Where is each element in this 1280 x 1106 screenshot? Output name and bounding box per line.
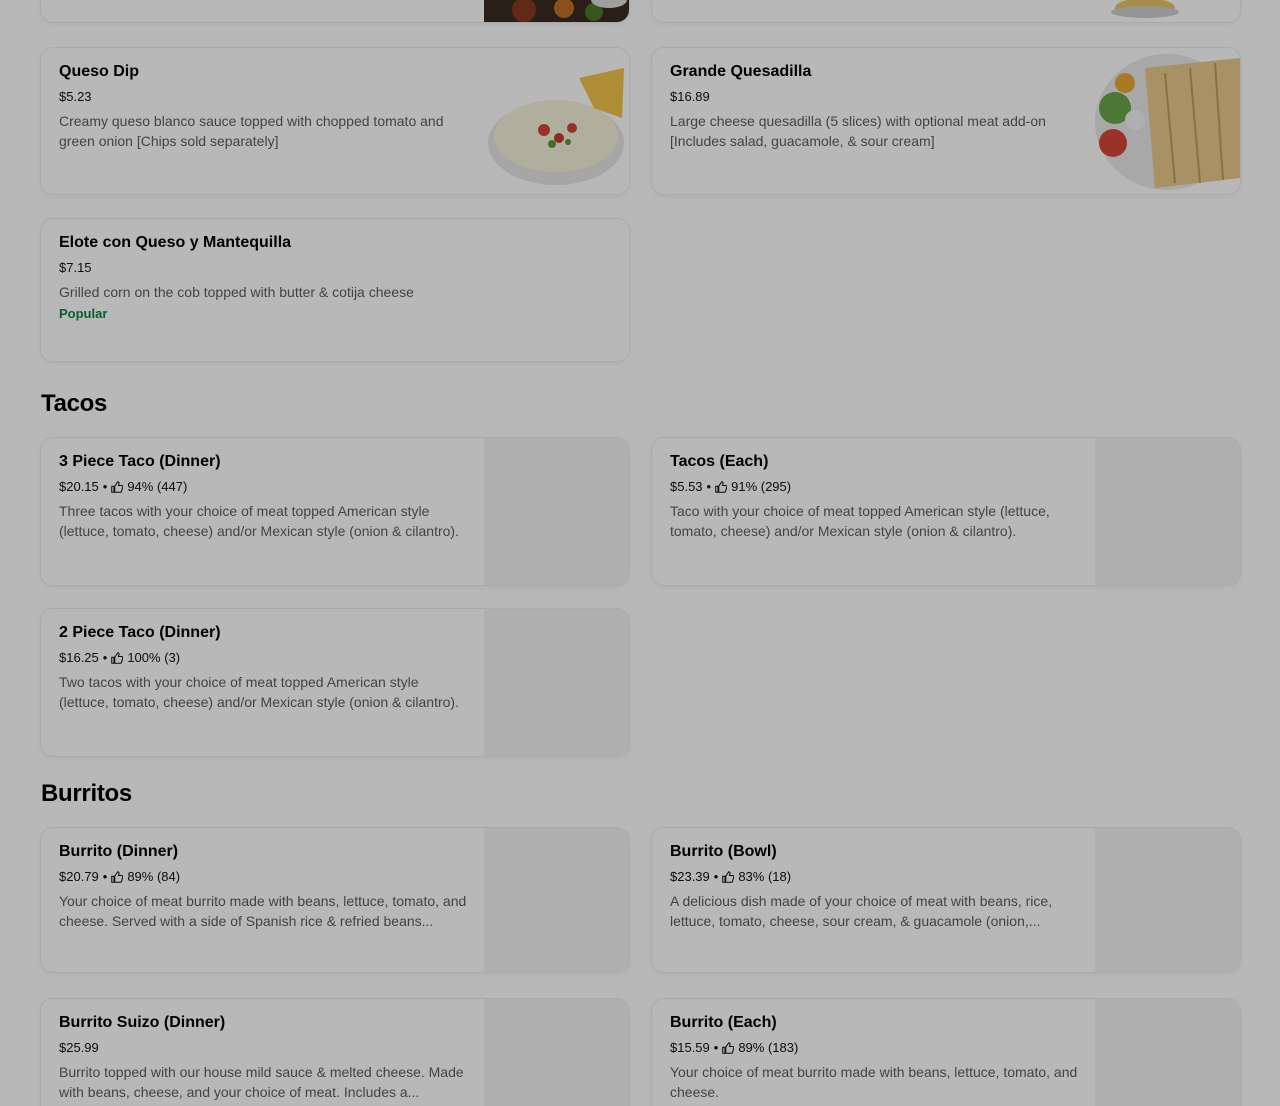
menu-item-photo-placeholder <box>484 999 629 1106</box>
item-name: Burrito (Bowl) <box>670 843 777 860</box>
thumbs-up-icon <box>111 481 124 493</box>
menu-item-tacos-each[interactable]: Tacos (Each) $5.53 • 91% (295) Taco with… <box>652 438 1240 585</box>
item-description: Burrito topped with our house mild sauce… <box>59 1064 464 1100</box>
menu-item-card-top-left[interactable] <box>41 0 629 22</box>
item-price: $25.99 <box>59 1040 99 1055</box>
item-rating: 94% (447) <box>127 479 188 494</box>
item-name: Elote con Queso y Mantequilla <box>59 234 292 251</box>
menu-page: Queso Dip $5.23 Creamy queso blanco sauc… <box>0 0 1280 1106</box>
food-photo-icon <box>484 0 629 22</box>
menu-item-photo <box>1095 48 1240 194</box>
meta-separator: • <box>706 479 712 494</box>
item-name: Burrito (Each) <box>670 1014 777 1031</box>
menu-item-photo <box>1095 0 1240 22</box>
thumbs-up-icon <box>722 1042 735 1054</box>
menu-item-burrito-each[interactable]: Burrito (Each) $15.59 • 89% (183) Your c… <box>652 999 1240 1106</box>
item-description: Two tacos with your choice of meat toppe… <box>59 674 459 710</box>
item-rating: 89% (183) <box>738 1040 799 1055</box>
menu-item-photo-placeholder <box>1095 828 1240 972</box>
menu-item-photo <box>484 0 629 22</box>
thumbs-up-icon <box>111 871 124 883</box>
menu-item-3-piece-taco[interactable]: 3 Piece Taco (Dinner) $20.15 • 94% (447)… <box>41 438 629 585</box>
item-rating: 83% (18) <box>738 869 792 884</box>
item-price: $5.23 <box>59 89 92 104</box>
menu-item-photo-placeholder <box>1095 438 1240 585</box>
menu-item-elote[interactable]: Elote con Queso y Mantequilla $7.15 Gril… <box>41 219 629 361</box>
menu-item-burrito-dinner[interactable]: Burrito (Dinner) $20.79 • 89% (84) Your … <box>41 828 629 972</box>
item-name: Tacos (Each) <box>670 453 769 470</box>
item-rating: 89% (84) <box>127 869 181 884</box>
item-description: Creamy queso blanco sauce topped with ch… <box>59 113 444 149</box>
item-name: 2 Piece Taco (Dinner) <box>59 624 221 641</box>
section-title-tacos: Tacos <box>41 390 108 417</box>
item-meta: $5.53 • 91% (295) <box>670 477 1082 497</box>
thumbs-up-icon <box>722 871 735 883</box>
item-rating: 91% (295) <box>731 479 792 494</box>
item-price: $7.15 <box>59 260 92 275</box>
item-price: $16.25 <box>59 650 99 665</box>
menu-item-photo-placeholder <box>484 438 629 585</box>
item-name: 3 Piece Taco (Dinner) <box>59 453 221 470</box>
item-meta: $25.99 <box>59 1038 471 1058</box>
item-price: $20.15 <box>59 479 99 494</box>
item-price: $23.39 <box>670 869 710 884</box>
queso-dip-photo-icon <box>488 68 624 185</box>
meta-separator: • <box>102 479 108 494</box>
thumbs-up-icon <box>715 481 728 493</box>
menu-item-photo-placeholder <box>1095 999 1240 1106</box>
item-rating: 100% (3) <box>127 650 181 665</box>
item-name: Burrito (Dinner) <box>59 843 179 860</box>
item-price: $20.79 <box>59 869 99 884</box>
menu-item-burrito-suizo[interactable]: Burrito Suizo (Dinner) $25.99 Burrito to… <box>41 999 629 1106</box>
item-price: $5.53 <box>670 479 703 494</box>
item-meta: $20.15 • 94% (447) <box>59 477 471 497</box>
menu-item-grande-quesadilla[interactable]: Grande Quesadilla $16.89 Large cheese qu… <box>652 48 1240 194</box>
item-description: Your choice of meat burrito made with be… <box>670 1064 1078 1100</box>
menu-item-burrito-bowl[interactable]: Burrito (Bowl) $23.39 • 83% (18) A delic… <box>652 828 1240 972</box>
menu-item-card-top-right[interactable] <box>652 0 1240 22</box>
meta-separator: • <box>713 869 719 884</box>
item-meta: $23.39 • 83% (18) <box>670 867 1082 887</box>
menu-item-photo-placeholder <box>484 609 629 756</box>
meta-separator: • <box>102 650 108 665</box>
item-description: Three tacos with your choice of meat top… <box>59 503 459 539</box>
item-name: Grande Quesadilla <box>670 63 812 80</box>
quesadilla-photo-icon <box>1095 54 1240 190</box>
menu-item-queso-dip[interactable]: Queso Dip $5.23 Creamy queso blanco sauc… <box>41 48 629 194</box>
item-description: Taco with your choice of meat topped Ame… <box>670 503 1050 539</box>
popular-badge: Popular <box>59 306 108 321</box>
item-meta: $5.23 <box>59 87 471 107</box>
menu-item-photo-placeholder <box>484 828 629 972</box>
item-meta: $20.79 • 89% (84) <box>59 867 471 887</box>
menu-item-2-piece-taco[interactable]: 2 Piece Taco (Dinner) $16.25 • 100% (3) … <box>41 609 629 756</box>
item-description: Your choice of meat burrito made with be… <box>59 893 467 929</box>
food-photo-icon <box>1095 0 1240 22</box>
item-name: Queso Dip <box>59 63 140 80</box>
item-price: $15.59 <box>670 1040 710 1055</box>
section-title-burritos: Burritos <box>41 780 132 807</box>
item-meta: $16.89 <box>670 87 1082 107</box>
item-price: $16.89 <box>670 89 710 104</box>
item-description: Large cheese quesadilla (5 slices) with … <box>670 113 1046 149</box>
item-name: Burrito Suizo (Dinner) <box>59 1014 226 1031</box>
item-meta: $15.59 • 89% (183) <box>670 1038 1082 1058</box>
meta-separator: • <box>713 1040 719 1055</box>
item-description: A delicious dish made of your choice of … <box>670 893 1053 929</box>
meta-separator: • <box>102 869 108 884</box>
item-meta: $16.25 • 100% (3) <box>59 648 471 668</box>
item-description: Grilled corn on the cob topped with butt… <box>59 284 414 300</box>
menu-item-photo <box>484 48 629 194</box>
thumbs-up-icon <box>111 652 124 664</box>
item-meta: $7.15 <box>59 258 471 278</box>
